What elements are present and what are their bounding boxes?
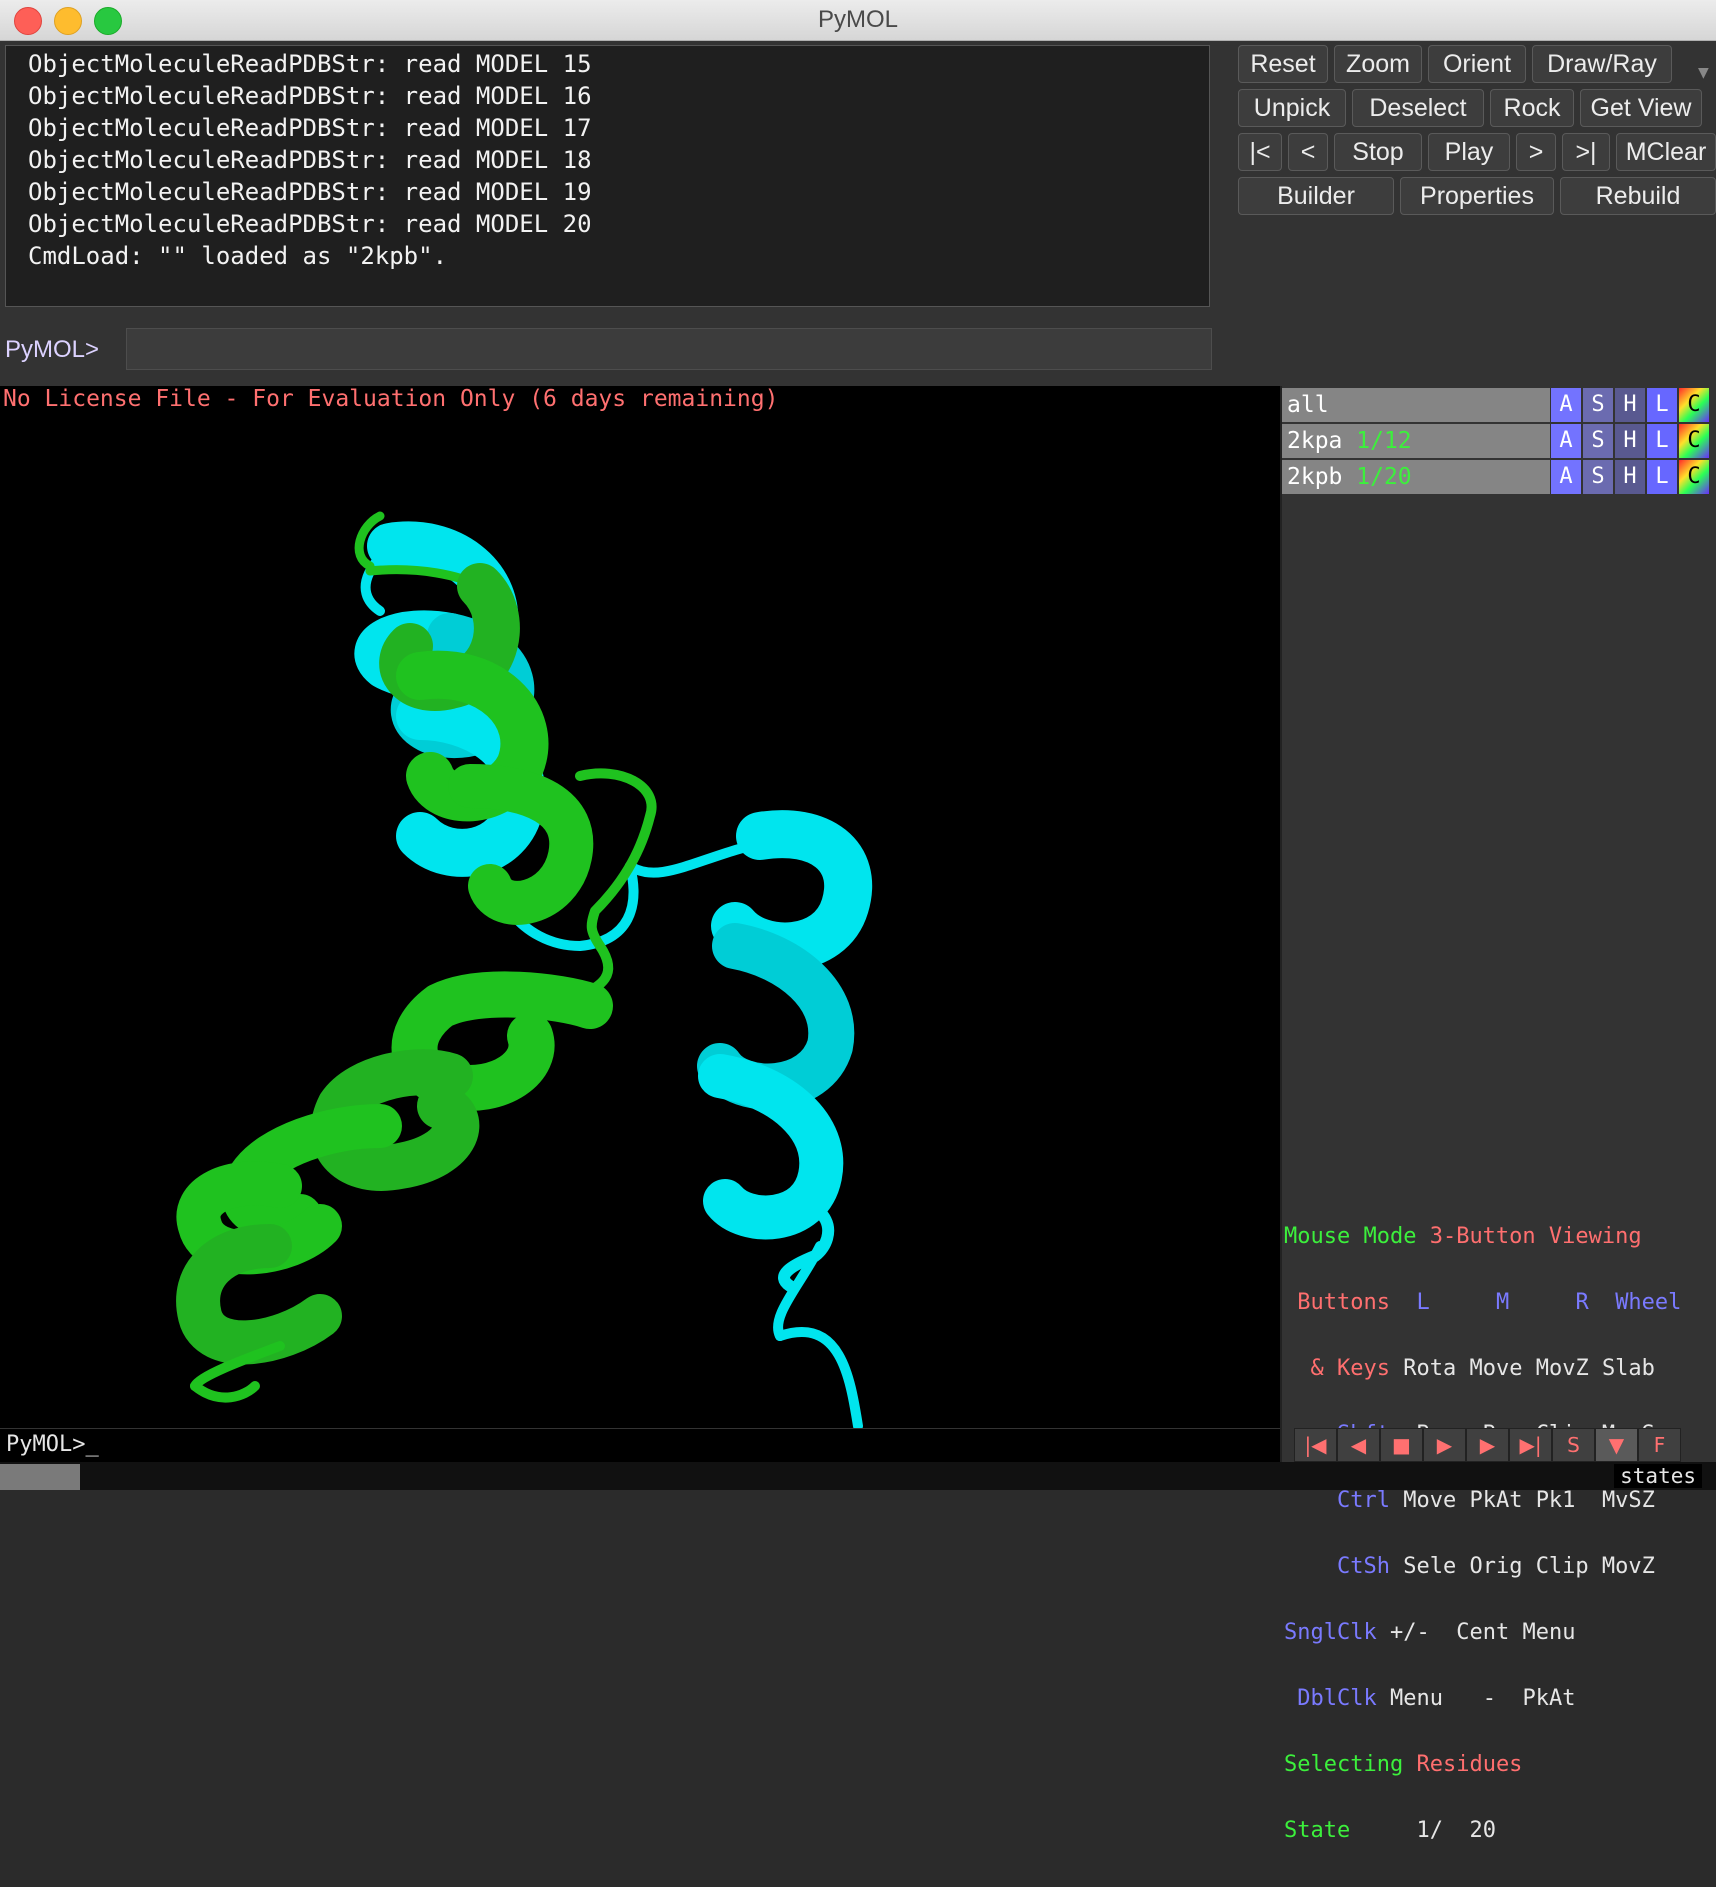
- output-log[interactable]: ObjectMoleculeReadPDBStr: read MODEL 15 …: [5, 45, 1210, 307]
- title-bar: PyMOL: [0, 0, 1716, 41]
- buttons-label: Buttons: [1297, 1290, 1390, 1315]
- previous-frame-button[interactable]: <: [1288, 133, 1328, 171]
- object-row-all[interactable]: all A S H L C: [1282, 388, 1716, 422]
- object-name[interactable]: 2kpb 1/20: [1282, 460, 1550, 494]
- label-button[interactable]: L: [1647, 460, 1678, 494]
- show-button[interactable]: S: [1583, 388, 1614, 422]
- viewer-prompt: PyMOL>_: [6, 1432, 99, 1457]
- mclear-button[interactable]: MClear: [1616, 133, 1716, 171]
- color-button[interactable]: C: [1679, 388, 1710, 422]
- label-button[interactable]: L: [1647, 388, 1678, 422]
- back-step-button[interactable]: ◀: [1337, 1428, 1380, 1462]
- color-button[interactable]: C: [1679, 424, 1710, 458]
- command-buttons: Reset Zoom Orient Draw/Ray ▼ Unpick Dese…: [1238, 45, 1716, 215]
- last-frame-button[interactable]: >|: [1562, 133, 1610, 171]
- fullscreen-button[interactable]: F: [1638, 1428, 1681, 1462]
- command-input[interactable]: [126, 328, 1212, 370]
- states-label: states: [1614, 1464, 1702, 1488]
- unpick-button[interactable]: Unpick: [1238, 89, 1346, 127]
- log-line: ObjectMoleculeReadPDBStr: read MODEL 20: [28, 210, 592, 238]
- log-line: ObjectMoleculeReadPDBStr: read MODEL 19: [28, 178, 592, 206]
- rock-button[interactable]: Rock: [1490, 89, 1574, 127]
- mouse-mode-value: 3-Button Viewing: [1429, 1224, 1642, 1249]
- button-row: Unpick Deselect Rock Get View: [1238, 89, 1716, 127]
- next-frame-button[interactable]: >: [1516, 133, 1556, 171]
- object-row-2kpa[interactable]: 2kpa 1/12 A S H L C: [1282, 424, 1716, 458]
- hide-button[interactable]: H: [1615, 460, 1646, 494]
- window-title: PyMOL: [817, 6, 898, 33]
- button-row: Builder Properties Rebuild: [1238, 177, 1716, 215]
- log-line: CmdLoad: "" loaded as "2kpb".: [28, 242, 448, 270]
- rewind-button[interactable]: |◀: [1294, 1428, 1337, 1462]
- get-view-button[interactable]: Get View: [1580, 89, 1702, 127]
- reset-button[interactable]: Reset: [1238, 45, 1328, 83]
- green-chain-cartoon: [176, 511, 657, 1403]
- chevron-down-icon[interactable]: ▼: [1698, 65, 1709, 81]
- action-button[interactable]: A: [1551, 424, 1582, 458]
- external-gui-panel: ObjectMoleculeReadPDBStr: read MODEL 15 …: [0, 41, 1716, 386]
- log-line: ObjectMoleculeReadPDBStr: read MODEL 15: [28, 50, 592, 78]
- deselect-button[interactable]: Deselect: [1352, 89, 1484, 127]
- molecule-viewport[interactable]: No License File - For Evaluation Only (6…: [0, 386, 1280, 1428]
- orient-button[interactable]: Orient: [1428, 45, 1526, 83]
- draw-ray-button[interactable]: Draw/Ray: [1532, 45, 1672, 83]
- show-button[interactable]: S: [1583, 460, 1614, 494]
- log-line: ObjectMoleculeReadPDBStr: read MODEL 18: [28, 146, 592, 174]
- object-name[interactable]: all: [1282, 388, 1550, 422]
- scene-button[interactable]: S: [1552, 1428, 1595, 1462]
- stop-movie-button[interactable]: ■: [1380, 1428, 1423, 1462]
- button-row: |< < Stop Play > >| MClear: [1238, 133, 1716, 171]
- action-button[interactable]: A: [1551, 388, 1582, 422]
- forward-step-button[interactable]: ▶: [1466, 1428, 1509, 1462]
- object-row-2kpb[interactable]: 2kpb 1/20 A S H L C: [1282, 460, 1716, 494]
- command-prompt-label: PyMOL>: [5, 336, 100, 363]
- bottom-strip: states: [0, 1462, 1716, 1490]
- hide-button[interactable]: H: [1615, 424, 1646, 458]
- hide-button[interactable]: H: [1615, 388, 1646, 422]
- first-frame-button[interactable]: |<: [1238, 133, 1282, 171]
- log-line: ObjectMoleculeReadPDBStr: read MODEL 17: [28, 114, 592, 142]
- object-panel: all A S H L C 2kpa 1/12 A S H L C 2kpb 1…: [1280, 386, 1716, 1842]
- stop-button[interactable]: Stop: [1334, 133, 1422, 171]
- show-button[interactable]: S: [1583, 424, 1614, 458]
- properties-button[interactable]: Properties: [1400, 177, 1554, 215]
- rebuild-button[interactable]: Rebuild: [1560, 177, 1716, 215]
- mouse-mode-info[interactable]: Mouse Mode 3-Button Viewing Buttons L M …: [1284, 1182, 1716, 1886]
- end-button[interactable]: ▶|: [1509, 1428, 1552, 1462]
- label-button[interactable]: L: [1647, 424, 1678, 458]
- viewer-command-line[interactable]: PyMOL>_: [0, 1428, 1280, 1463]
- movie-controls: |◀ ◀ ■ ▶ ▶ ▶| S ▼ F: [1294, 1428, 1716, 1462]
- mouse-mode-label: Mouse Mode: [1284, 1224, 1417, 1249]
- toggle-panel-button[interactable]: ▼: [1595, 1428, 1638, 1462]
- log-line: ObjectMoleculeReadPDBStr: read MODEL 16: [28, 82, 592, 110]
- scrollbar-thumb[interactable]: [0, 1464, 80, 1490]
- button-row: Reset Zoom Orient Draw/Ray ▼: [1238, 45, 1716, 83]
- action-button[interactable]: A: [1551, 460, 1582, 494]
- protein-cartoon: [176, 511, 873, 1428]
- zoom-button[interactable]: Zoom: [1334, 45, 1422, 83]
- builder-button[interactable]: Builder: [1238, 177, 1394, 215]
- play-button[interactable]: Play: [1428, 133, 1510, 171]
- color-button[interactable]: C: [1679, 460, 1710, 494]
- terminal-atom: [409, 527, 419, 537]
- object-name[interactable]: 2kpa 1/12: [1282, 424, 1550, 458]
- play-movie-button[interactable]: ▶: [1423, 1428, 1466, 1462]
